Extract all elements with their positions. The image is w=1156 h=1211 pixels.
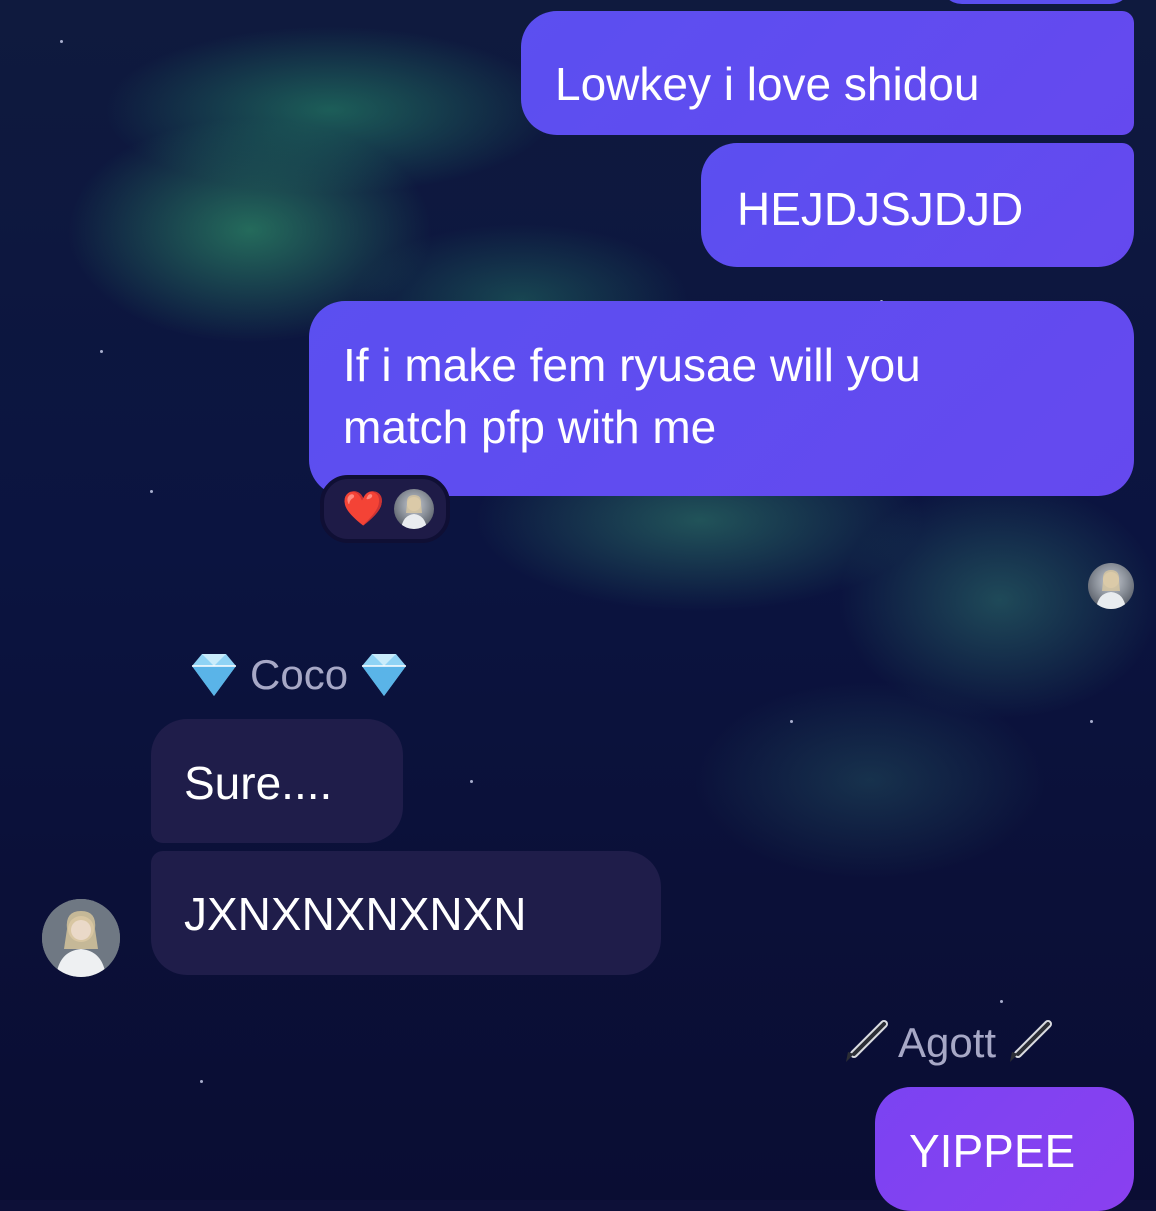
message-text: JXNXNXNXNXN — [184, 888, 527, 940]
message-text-line: match pfp with me — [343, 401, 717, 453]
sender-name-agott: Agott — [838, 1016, 1056, 1070]
sender-name-text: Coco — [250, 651, 349, 698]
gem-icon — [354, 650, 414, 700]
incoming-message[interactable]: Sure.... — [151, 719, 403, 843]
sender-name-coco: Coco — [184, 650, 414, 700]
pen-icon — [838, 1016, 892, 1070]
previous-message-edge — [940, 0, 1132, 4]
heart-reaction-icon: ❤️ — [342, 490, 385, 528]
pen-icon — [1002, 1016, 1056, 1070]
reactor-avatar — [394, 489, 435, 529]
incoming-message[interactable]: JXNXNXNXNXN — [151, 851, 661, 975]
sender-name-text: Agott — [898, 1019, 997, 1066]
star — [200, 1080, 203, 1083]
star — [1090, 720, 1093, 723]
gem-icon — [184, 650, 244, 700]
message-text: YIPPEE — [909, 1125, 1076, 1177]
outgoing-message[interactable]: HEJDJSJDJD — [701, 143, 1134, 267]
star — [150, 490, 153, 493]
star — [790, 720, 793, 723]
reaction-pill[interactable]: ❤️ — [320, 475, 450, 543]
star — [60, 40, 63, 43]
message-text: HEJDJSJDJD — [737, 183, 1024, 235]
message-text-line: If i make fem ryusae will you — [343, 339, 921, 391]
message-text: Sure.... — [184, 757, 333, 809]
message-text: Lowkey i love shidou — [555, 58, 980, 110]
star — [100, 350, 103, 353]
outgoing-message[interactable]: If i make fem ryusae will you match pfp … — [309, 301, 1134, 496]
read-receipt-avatar — [1088, 563, 1134, 609]
star — [1000, 1000, 1003, 1003]
outgoing-message[interactable]: YIPPEE — [875, 1087, 1134, 1211]
sender-avatar-coco[interactable] — [42, 899, 120, 977]
outgoing-message[interactable]: Lowkey i love shidou — [521, 11, 1134, 135]
star — [470, 780, 473, 783]
